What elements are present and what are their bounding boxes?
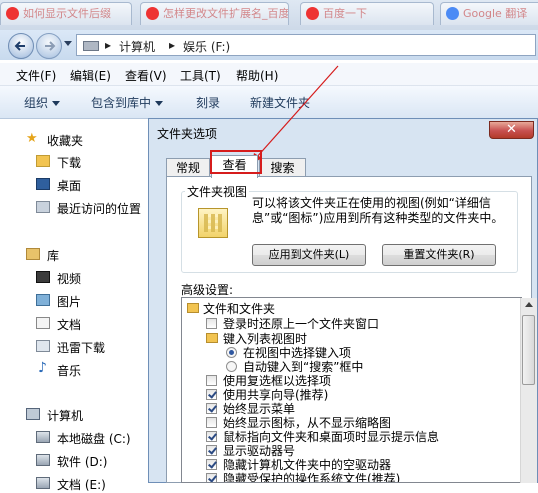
arrow-line bbox=[255, 65, 339, 159]
annotation-arrow bbox=[252, 65, 339, 164]
highlight-box bbox=[210, 150, 262, 174]
